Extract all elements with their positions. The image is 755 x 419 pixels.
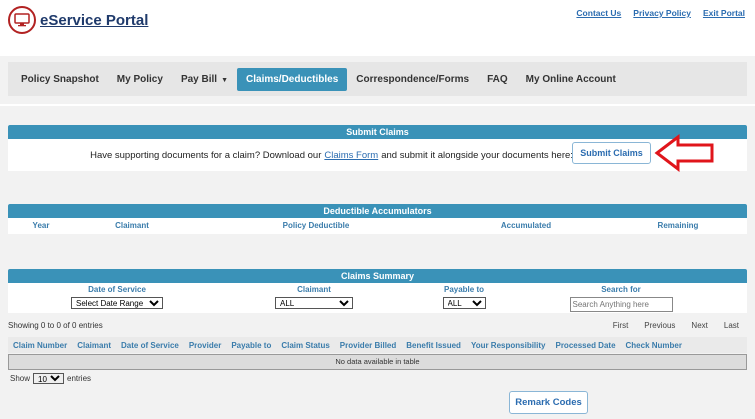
claims-table-header: Claim Number Claimant Date of Service Pr…	[8, 337, 747, 353]
logo[interactable]: eService Portal	[8, 6, 148, 34]
claims-summary-panel: Claims Summary Date of Service Select Da…	[8, 269, 747, 419]
date-range-select[interactable]: Select Date Range	[71, 297, 163, 309]
contact-us-link[interactable]: Contact Us	[576, 8, 621, 18]
pager-previous[interactable]: Previous	[644, 321, 675, 330]
filter-search-for: Search for	[526, 283, 716, 313]
filter-label: Claimant	[297, 285, 331, 294]
col-your-responsibility[interactable]: Your Responsibility	[466, 341, 551, 350]
deductible-title: Deductible Accumulators	[8, 204, 747, 218]
monitor-icon	[8, 6, 36, 34]
col-provider[interactable]: Provider	[184, 341, 226, 350]
nav-pay-bill[interactable]: Pay Bill ▼	[172, 68, 237, 91]
filter-payable-to: Payable to ALL	[402, 283, 526, 313]
nav-label: Claims/Deductibles	[246, 73, 339, 85]
privacy-policy-link[interactable]: Privacy Policy	[633, 8, 691, 18]
filter-label: Date of Service	[88, 285, 146, 294]
show-entries: Show 10 entries	[10, 373, 91, 384]
col-claimant[interactable]: Claimant	[74, 221, 190, 230]
nav-label: My Online Account	[525, 73, 616, 85]
table-info-row: Showing 0 to 0 of 0 entries First Previo…	[8, 321, 747, 335]
claims-summary-title: Claims Summary	[8, 269, 747, 283]
col-processed-date[interactable]: Processed Date	[550, 341, 620, 350]
portal-title[interactable]: eService Portal	[40, 12, 148, 29]
nav-label: FAQ	[487, 73, 508, 85]
nav-faq[interactable]: FAQ	[478, 68, 517, 91]
exit-portal-link[interactable]: Exit Portal	[703, 8, 745, 18]
nav-policy-snapshot[interactable]: Policy Snapshot	[12, 68, 108, 91]
header: eService Portal Contact Us Privacy Polic…	[0, 0, 755, 56]
no-data-row: No data available in table	[8, 354, 747, 370]
col-claim-status[interactable]: Claim Status	[276, 341, 334, 350]
entries-label: entries	[67, 374, 92, 383]
col-payable-to[interactable]: Payable to	[226, 341, 276, 350]
pagination: First Previous Next Last	[613, 321, 739, 330]
pager-last[interactable]: Last	[724, 321, 739, 330]
col-date-of-service[interactable]: Date of Service	[116, 341, 184, 350]
deductible-accumulators-panel: Deductible Accumulators Year Claimant Po…	[8, 204, 747, 234]
deductible-header-row: Year Claimant Policy Deductible Accumula…	[8, 218, 747, 232]
submit-claims-text: Have supporting documents for a claim? D…	[90, 149, 322, 161]
nav-claims-deductibles[interactable]: Claims/Deductibles	[237, 67, 348, 91]
search-input[interactable]	[569, 297, 673, 312]
entries-per-page-select[interactable]: 10	[33, 373, 65, 384]
col-year[interactable]: Year	[8, 221, 74, 230]
payable-to-select[interactable]: ALL	[442, 297, 486, 309]
col-claimant[interactable]: Claimant	[72, 341, 116, 350]
filter-date-of-service: Date of Service Select Date Range	[8, 283, 226, 313]
pager-next[interactable]: Next	[691, 321, 707, 330]
col-check-number[interactable]: Check Number	[621, 341, 687, 350]
showing-entries-text: Showing 0 to 0 of 0 entries	[8, 321, 103, 330]
pager-first[interactable]: First	[613, 321, 629, 330]
top-links: Contact Us Privacy Policy Exit Portal	[576, 8, 745, 18]
caret-down-icon: ▼	[221, 76, 229, 84]
nav-correspondence-forms[interactable]: Correspondence/Forms	[347, 68, 478, 91]
col-benefit-issued[interactable]: Benefit Issued	[401, 341, 466, 350]
col-claim-number[interactable]: Claim Number	[8, 341, 72, 350]
nav-my-policy[interactable]: My Policy	[108, 68, 172, 91]
nav-label: My Policy	[116, 73, 163, 85]
filter-claimant: Claimant ALL	[226, 283, 402, 313]
submit-claims-title: Submit Claims	[8, 125, 747, 139]
main-nav: Policy Snapshot My Policy Pay Bill ▼ Clai…	[8, 62, 747, 96]
col-accumulated[interactable]: Accumulated	[442, 221, 610, 230]
claims-form-link[interactable]: Claims Form	[324, 150, 378, 161]
submit-claims-text-after: and submit it alongside your documents h…	[381, 149, 573, 161]
nav-my-online-account[interactable]: My Online Account	[517, 68, 625, 91]
col-policy-deductible[interactable]: Policy Deductible	[190, 221, 442, 230]
divider	[0, 104, 755, 106]
filter-label: Search for	[601, 285, 641, 294]
col-remaining[interactable]: Remaining	[610, 221, 746, 230]
claims-filters: Date of Service Select Date Range Claima…	[8, 283, 747, 313]
submit-claims-button[interactable]: Submit Claims	[572, 142, 651, 164]
nav-label: Policy Snapshot	[21, 73, 99, 85]
col-provider-billed[interactable]: Provider Billed	[335, 341, 401, 350]
claimant-select[interactable]: ALL	[275, 297, 353, 309]
nav-label: Correspondence/Forms	[356, 73, 470, 85]
remark-codes-button[interactable]: Remark Codes	[509, 391, 588, 414]
arrow-left-icon	[654, 134, 714, 172]
filter-label: Payable to	[443, 285, 484, 294]
nav-label: Pay Bill	[180, 73, 218, 85]
show-label: Show	[10, 374, 31, 383]
submit-claims-panel: Submit Claims Have supporting documents …	[8, 125, 747, 172]
